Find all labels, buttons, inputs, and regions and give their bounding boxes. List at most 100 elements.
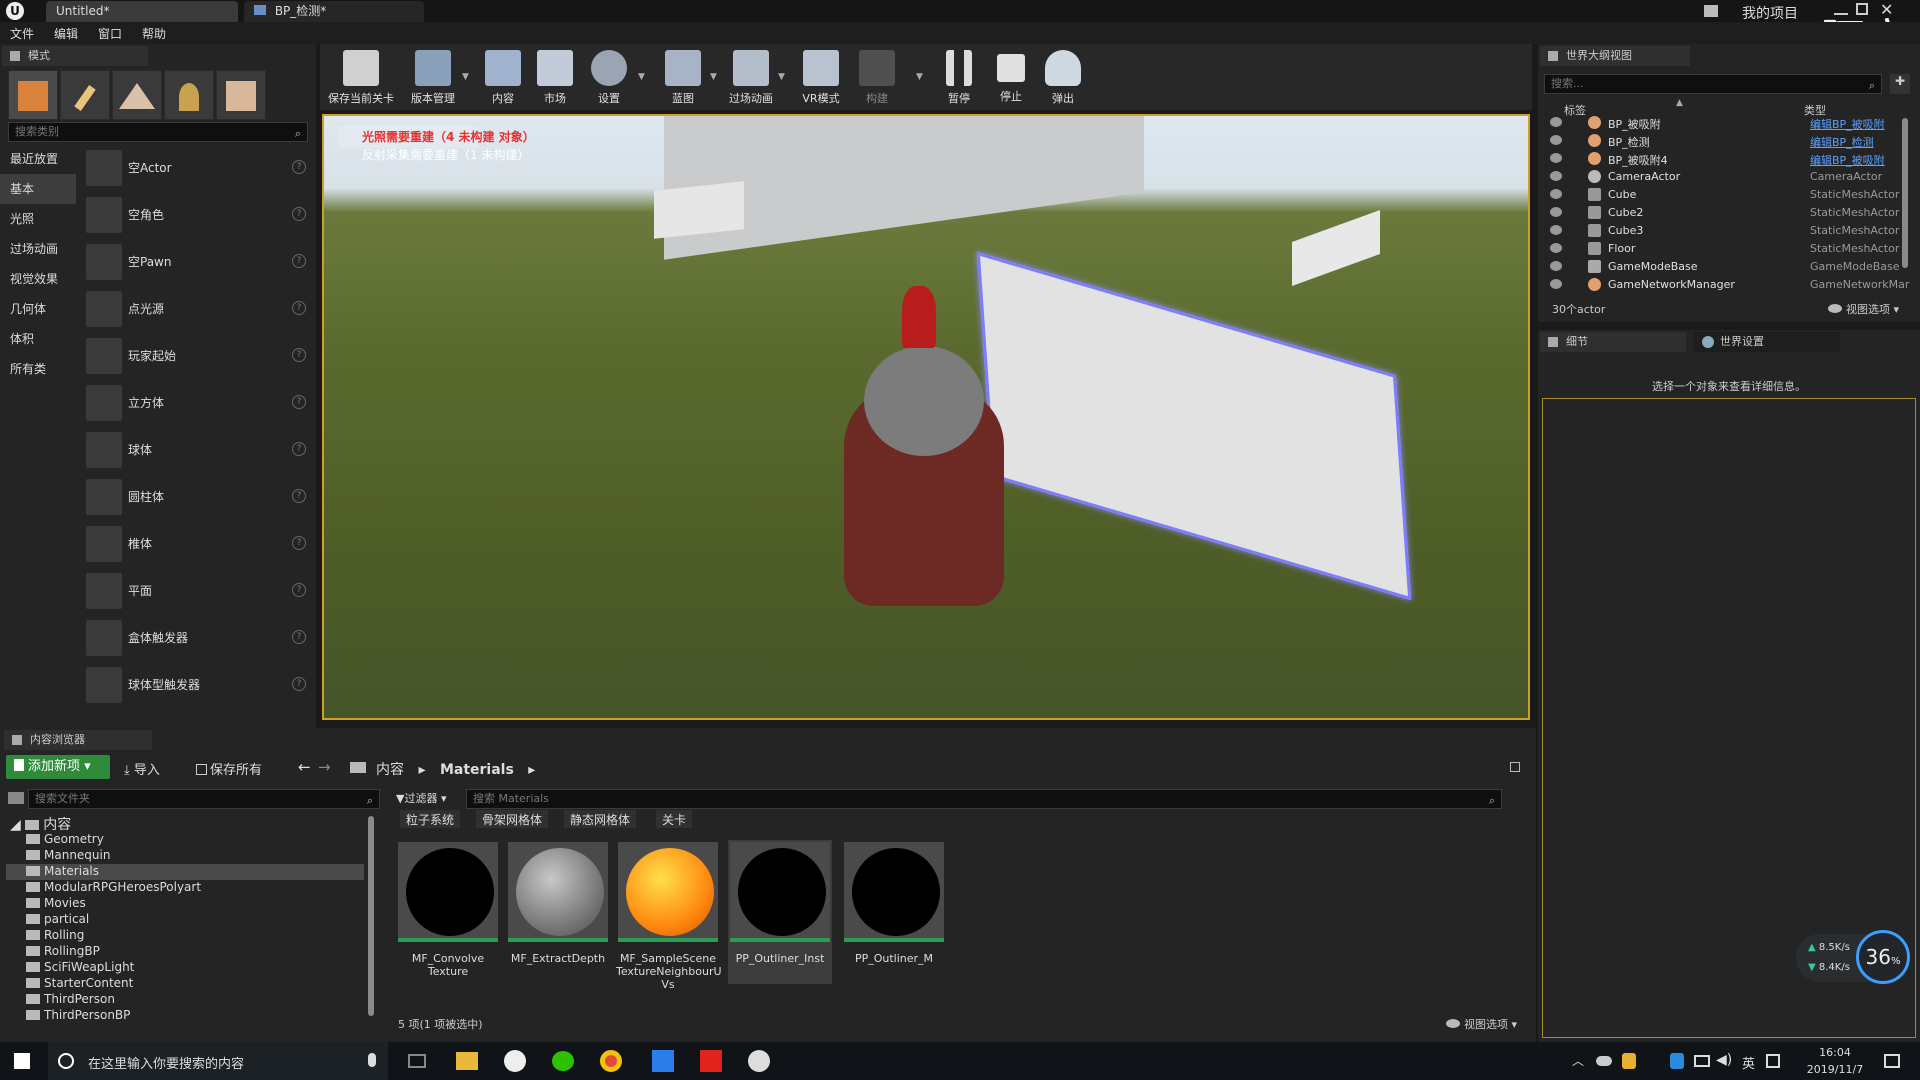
unreal-logo-icon[interactable]: U [6,2,24,20]
youdao-app-icon[interactable] [700,1050,722,1072]
content-browser-tab[interactable]: 内容浏览器 [4,730,152,750]
small-block-left[interactable] [654,181,744,239]
taskbar-search-box[interactable]: 在这里输入你要搜索的内容 [48,1042,388,1080]
breadcrumb-root[interactable]: 内容 [376,762,404,778]
place-item-player-start[interactable]: 玩家起始? [86,334,312,378]
world-settings-tab[interactable]: 世界设置 [1694,332,1840,352]
cinematics-button[interactable]: 过场动画 [724,48,778,108]
folder-item[interactable]: ThirdPerson [26,992,115,1008]
blueprints-button[interactable]: 蓝图 [656,48,710,108]
add-filter-icon[interactable]: ✚ [1890,74,1910,94]
folder-tree[interactable]: ◢ 内容 Geometry Mannequin Materials Modula… [6,814,376,1028]
eject-button[interactable]: 弹出 [1036,48,1090,108]
content-button[interactable]: 内容 [476,48,530,108]
folder-root[interactable]: ◢ 内容 [10,814,71,833]
character-head[interactable] [864,346,984,456]
geometry-mode-button[interactable] [216,70,266,120]
visibility-eye-icon[interactable] [1550,171,1562,181]
place-item-cube[interactable]: 立方体? [86,381,312,425]
help-icon[interactable]: ? [292,536,306,550]
task-view-icon[interactable] [408,1054,426,1068]
folder-item-selected[interactable]: Materials [6,864,364,880]
tab-untitled[interactable]: Untitled* [46,1,238,22]
category-lights[interactable]: 光照 [0,204,76,234]
folder-item[interactable]: Geometry [26,832,104,848]
stop-button[interactable]: 停止 [984,48,1038,108]
menu-help[interactable]: 帮助 [142,25,166,42]
tray-cloud-icon[interactable] [1596,1056,1612,1066]
place-item-empty-character[interactable]: 空角色? [86,193,312,237]
visibility-eye-icon[interactable] [1550,117,1562,127]
outliner-row[interactable]: Cube StaticMeshActor [1550,186,1912,204]
outliner-search-input[interactable]: 搜索... ⌕ [1544,74,1882,94]
build-button[interactable]: 构建 [850,48,904,108]
folder-item[interactable]: Movies [26,896,86,912]
outliner-row[interactable]: Cube3 StaticMeshActor [1550,222,1912,240]
breadcrumb-separator-icon[interactable]: ▸ [528,762,535,778]
asset-search-input[interactable]: 搜索 Materials ⌕ [466,789,1502,809]
help-icon[interactable]: ? [292,348,306,362]
settings-button[interactable]: 设置 [582,48,636,108]
help-icon[interactable]: ? [292,254,306,268]
place-item-cylinder[interactable]: 圆柱体? [86,475,312,519]
outliner-list[interactable]: BP_被吸附 编辑BP_被吸附 BP_检测 编辑BP_检测 BP_被吸附4 编辑BP_… [1544,116,1912,296]
network-icon[interactable] [1694,1055,1710,1067]
folder-item[interactable]: StarterContent [26,976,133,992]
wechat-icon[interactable] [552,1051,574,1071]
visibility-eye-icon[interactable] [1550,189,1562,199]
save-level-button[interactable]: 保存当前关卡 [328,48,394,108]
tray-chevron-icon[interactable]: ︿ [1572,1052,1584,1069]
tree-expand-icon[interactable]: ◢ [10,817,25,833]
landscape-mode-button[interactable] [112,70,162,120]
level-viewport[interactable]: 光照需要重建（4 未构建 对象） 反射采集需要重建（1 未构建） [322,114,1530,720]
small-block-right[interactable] [1292,209,1380,287]
place-item-plane[interactable]: 平面? [86,569,312,613]
category-all-classes[interactable]: 所有类 [0,354,76,384]
place-item-cone[interactable]: 椎体? [86,522,312,566]
place-item-empty-pawn[interactable]: 空Pawn? [86,240,312,284]
chevron-down-icon[interactable]: ▼ [916,72,923,82]
place-mode-button[interactable] [8,70,58,120]
tab-bp-detect[interactable]: BP_检测* [244,1,424,22]
windows-start-icon[interactable] [14,1053,30,1069]
file-explorer-icon[interactable] [456,1052,478,1070]
category-visual-effects[interactable]: 视觉效果 [0,264,76,294]
folder-search-input[interactable]: 搜索文件夹 ⌕ [28,789,380,809]
visibility-eye-icon[interactable] [1550,135,1562,145]
microphone-icon[interactable] [368,1053,376,1067]
outliner-row[interactable]: GameModeBase GameModeBase [1550,258,1912,276]
folder-item[interactable]: Mannequin [26,848,110,864]
chevron-down-icon[interactable]: ▼ [710,72,717,82]
unreal-editor-app-icon[interactable] [504,1050,526,1072]
asset-tile[interactable]: MF_Convolve Texture [396,840,500,984]
outliner-row[interactable]: BP_被吸附4 编辑BP_被吸附 [1550,150,1912,168]
category-cinematic[interactable]: 过场动画 [0,234,76,264]
folder-item[interactable]: SciFiWeapLight [26,960,134,976]
folder-item[interactable]: partical [26,912,89,928]
category-geometry[interactable]: 几何体 [0,294,76,324]
action-center-icon[interactable] [1884,1054,1900,1068]
place-item-empty-actor[interactable]: 空Actor? [86,146,312,190]
save-all-button[interactable]: 保存所有 [196,759,262,778]
selected-box-mesh[interactable] [976,251,1412,601]
help-icon[interactable]: ? [292,207,306,221]
edit-blueprint-link[interactable]: 编辑BP_检测 [1810,134,1874,150]
edit-blueprint-link[interactable]: 编辑BP_被吸附 [1810,152,1885,168]
chevron-down-icon[interactable]: ▼ [638,72,645,82]
edit-blueprint-link[interactable]: 编辑BP_被吸附 [1810,116,1885,132]
menu-window[interactable]: 窗口 [98,25,122,42]
forward-arrow-icon[interactable]: → [318,758,331,776]
marketplace-button[interactable]: 市场 [528,48,582,108]
help-icon[interactable]: ? [292,677,306,691]
visibility-eye-icon[interactable] [1550,243,1562,253]
place-item-sphere[interactable]: 球体? [86,428,312,472]
folder-path-icon[interactable] [350,762,366,773]
help-icon[interactable]: ? [292,160,306,174]
keyboard-grid-icon[interactable] [1766,1054,1780,1068]
filter-chip-static-mesh[interactable]: 静态网格体 [564,810,637,828]
unreal-launcher-icon[interactable] [748,1050,770,1072]
folder-item[interactable]: Rolling [26,928,84,944]
tray-shield-icon[interactable] [1670,1053,1684,1069]
back-arrow-icon[interactable]: ← [298,758,311,776]
volume-icon[interactable]: ◀) [1716,1052,1732,1068]
